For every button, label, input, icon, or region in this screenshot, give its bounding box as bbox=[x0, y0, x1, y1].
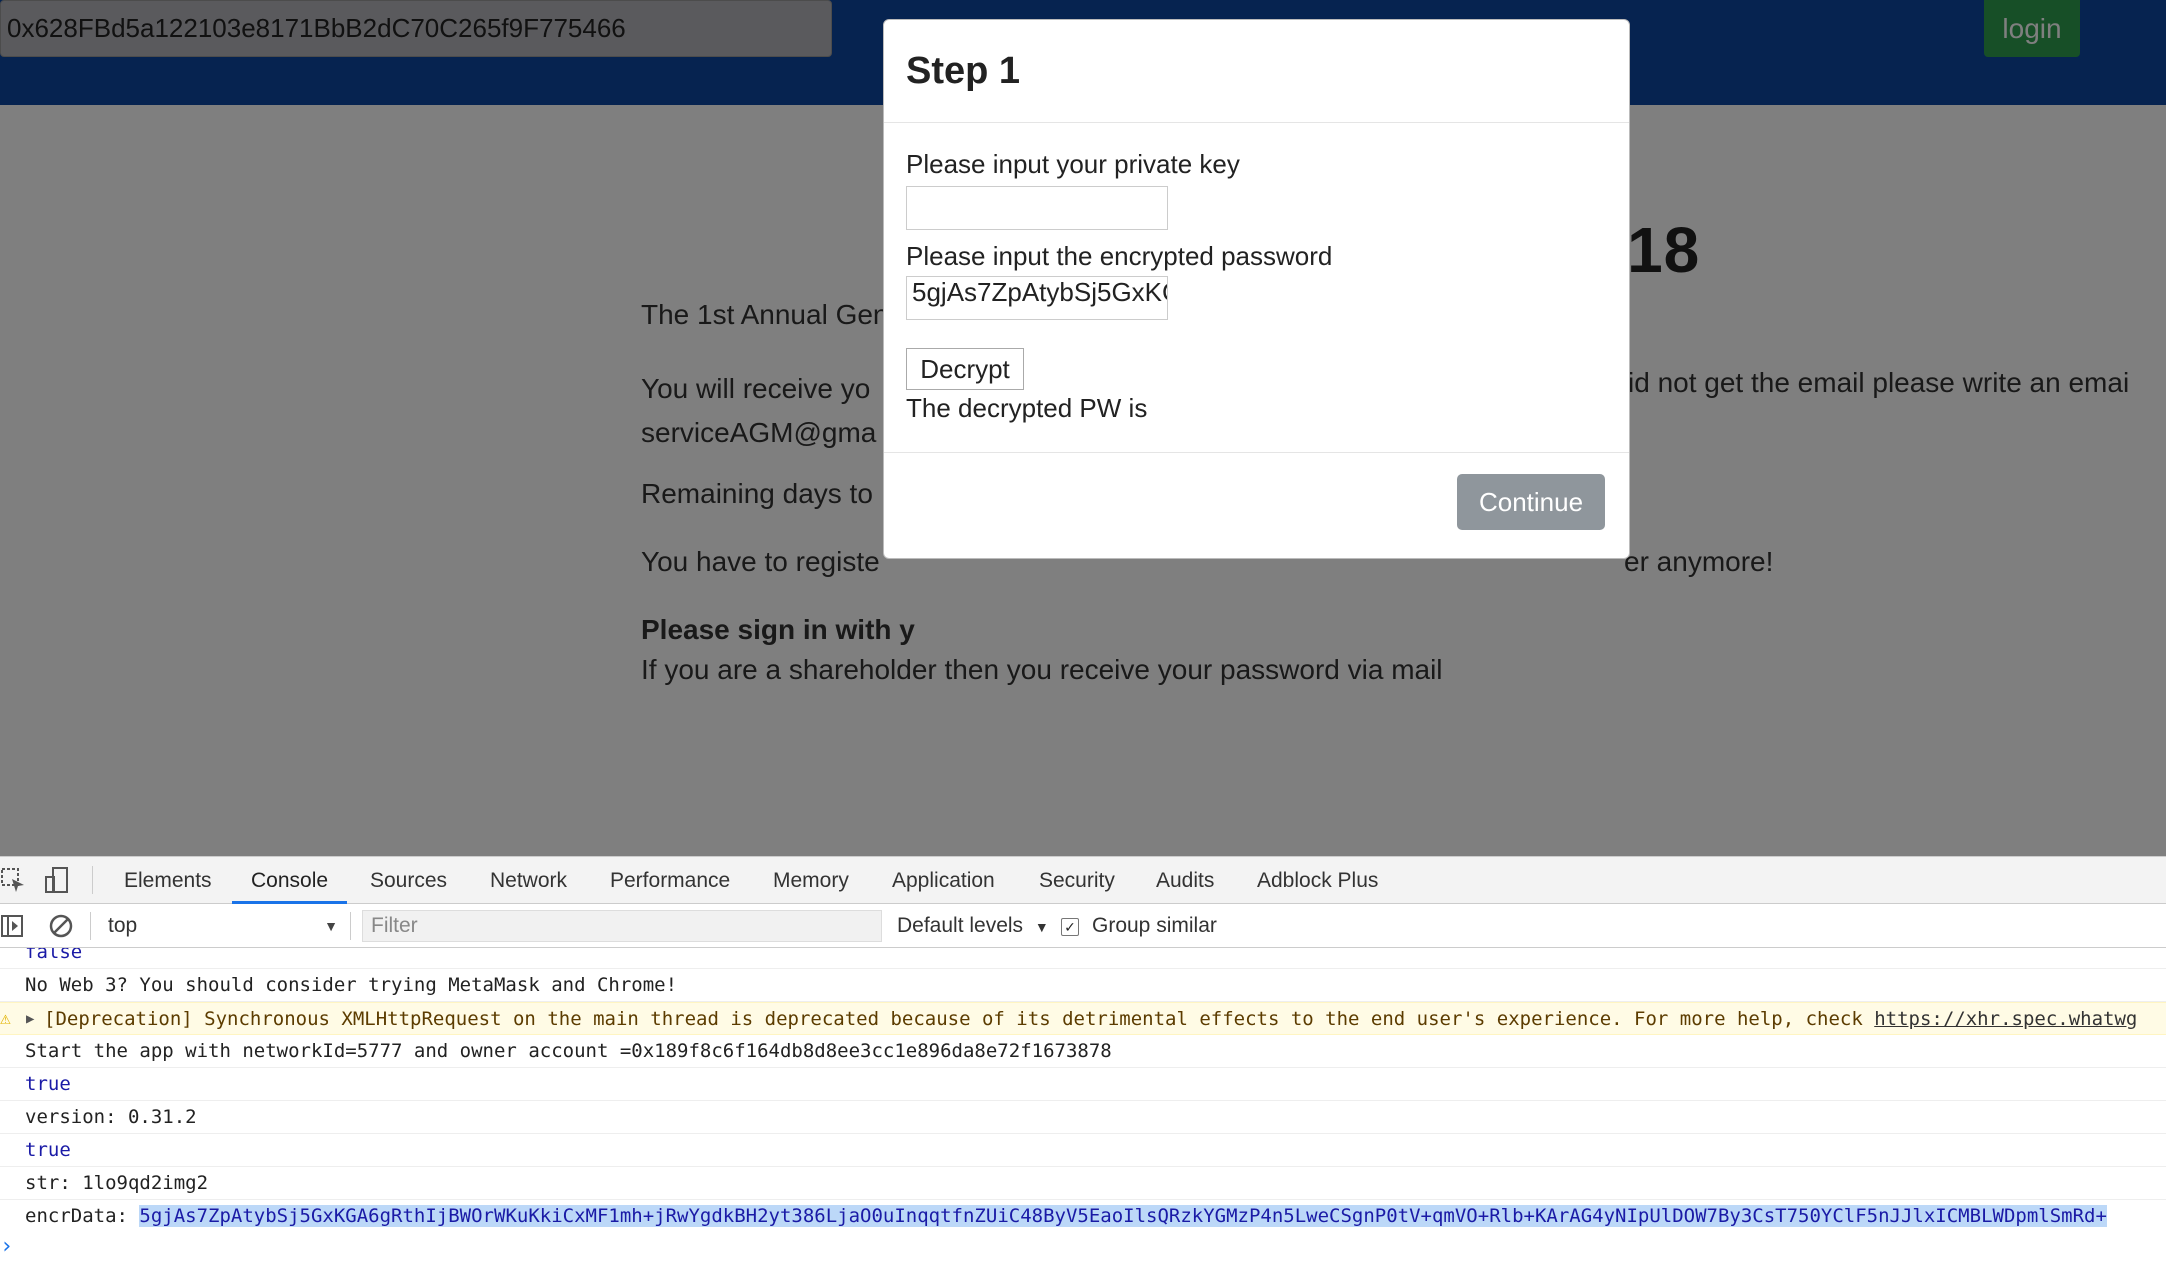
encrdata-label: encrData: bbox=[25, 1205, 140, 1227]
decrypt-button[interactable]: Decrypt bbox=[906, 348, 1024, 390]
show-sidebar-icon[interactable] bbox=[0, 913, 26, 939]
tab-performance[interactable]: Performance bbox=[610, 857, 730, 904]
tab-security[interactable]: Security bbox=[1039, 857, 1115, 904]
tab-elements[interactable]: Elements bbox=[124, 857, 212, 904]
inspect-element-icon[interactable] bbox=[0, 867, 26, 893]
private-key-label: Please input your private key bbox=[906, 149, 1240, 179]
console-warning-line: ⚠ ▶ [Deprecation] Synchronous XMLHttpReq… bbox=[0, 1002, 2166, 1035]
dropdown-arrow-icon: ▼ bbox=[1034, 919, 1049, 935]
clear-console-icon[interactable] bbox=[48, 913, 74, 939]
encrypted-password-label: Please input the encrypted password bbox=[906, 241, 1333, 271]
toolbar-separator bbox=[90, 912, 91, 940]
console-output: false No Web 3? You should consider tryi… bbox=[0, 948, 2166, 1280]
modal-header: Step 1 bbox=[884, 20, 1629, 123]
devtools-panel: Elements Console Sources Network Perform… bbox=[0, 856, 2166, 1280]
toolbar-separator bbox=[350, 912, 351, 940]
warning-link[interactable]: https://xhr.spec.whatwg bbox=[1874, 1008, 2137, 1030]
toolbar-separator bbox=[92, 866, 93, 894]
console-log-line: str: 1lo9qd2img2 bbox=[0, 1167, 2166, 1200]
tab-console[interactable]: Console bbox=[232, 857, 348, 904]
prompt-chevron-icon[interactable]: › bbox=[0, 1234, 13, 1259]
step1-modal: Step 1 Please input your private key Ple… bbox=[883, 19, 1630, 559]
console-log-line: Start the app with networkId=5777 and ow… bbox=[0, 1035, 2166, 1068]
context-selector[interactable]: top ▼ bbox=[96, 910, 342, 942]
private-key-input[interactable] bbox=[906, 186, 1168, 230]
device-toolbar-icon[interactable] bbox=[44, 867, 70, 893]
console-toolbar: top ▼ Filter Default levels ▼ ✓ Group si… bbox=[0, 904, 2166, 948]
page-viewport: 0x628FBd5a122103e8171BbB2dC70C265f9F7754… bbox=[0, 0, 2166, 856]
continue-button[interactable]: Continue bbox=[1457, 474, 1605, 530]
encrypted-password-input[interactable]: 5gjAs7ZpAtybSj5GxKG bbox=[906, 276, 1168, 320]
expand-triangle-icon[interactable]: ▶ bbox=[26, 1003, 34, 1034]
console-log-line: true bbox=[0, 1134, 2166, 1167]
console-log-line: true bbox=[0, 1068, 2166, 1101]
warning-message: [Deprecation] Synchronous XMLHttpRequest… bbox=[44, 1003, 2137, 1034]
console-log-line: false bbox=[0, 948, 2166, 969]
log-levels-select[interactable]: Default levels ▼ bbox=[897, 910, 1049, 942]
console-filter-input[interactable]: Filter bbox=[362, 910, 882, 942]
tab-sources[interactable]: Sources bbox=[370, 857, 447, 904]
group-similar-label: Group similar bbox=[1092, 914, 1217, 937]
warning-text: [Deprecation] Synchronous XMLHttpRequest… bbox=[44, 1008, 1875, 1030]
tab-memory[interactable]: Memory bbox=[773, 857, 849, 904]
decrypted-password-label: The decrypted PW is bbox=[906, 393, 1148, 423]
console-log-line: No Web 3? You should consider trying Met… bbox=[0, 969, 2166, 1002]
modal-body: Please input your private key Please inp… bbox=[884, 123, 1629, 453]
devtools-tab-bar: Elements Console Sources Network Perform… bbox=[0, 857, 2166, 904]
log-levels-value: Default levels bbox=[897, 914, 1024, 937]
tab-application[interactable]: Application bbox=[892, 857, 995, 904]
encrdata-value[interactable]: 5gjAs7ZpAtybSj5GxKGA6gRthIjBWOrWKuKkiCxM… bbox=[139, 1205, 2107, 1227]
modal-title: Step 1 bbox=[906, 50, 1021, 92]
dropdown-arrow-icon: ▼ bbox=[324, 918, 338, 934]
group-similar-checkbox[interactable]: ✓ bbox=[1061, 918, 1079, 936]
tab-audits[interactable]: Audits bbox=[1156, 857, 1214, 904]
context-value: top bbox=[108, 914, 138, 937]
console-log-line: version: 0.31.2 bbox=[0, 1101, 2166, 1134]
tab-adblock-plus[interactable]: Adblock Plus bbox=[1257, 857, 1378, 904]
console-encrdata-line: encrData: 5gjAs7ZpAtybSj5GxKGA6gRthIjBWO… bbox=[0, 1200, 2166, 1233]
tab-network[interactable]: Network bbox=[490, 857, 567, 904]
warning-icon: ⚠ bbox=[0, 1008, 11, 1029]
